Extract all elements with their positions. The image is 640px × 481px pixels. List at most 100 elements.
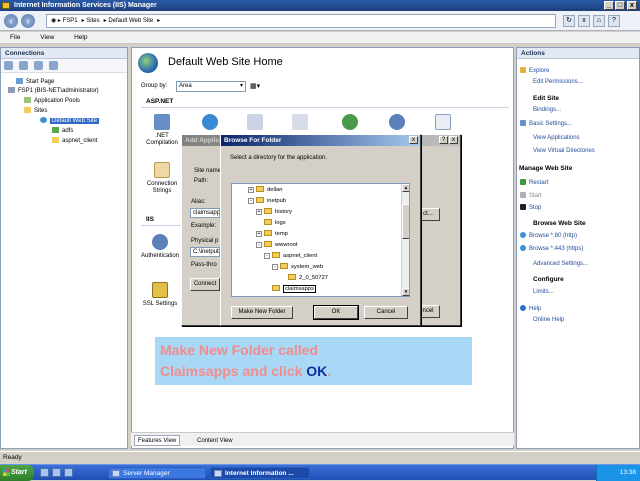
back-icon[interactable]: ‹ (4, 14, 18, 28)
collapse-icon[interactable]: - (264, 253, 270, 259)
alias-input[interactable]: claimsapp (190, 208, 220, 218)
document-icon (247, 114, 263, 130)
action-help[interactable]: Help (520, 305, 541, 312)
maximize-button[interactable]: □ (615, 1, 625, 10)
menu-help[interactable]: Help (74, 34, 87, 41)
iis-app-icon (2, 2, 10, 9)
tab-features-view[interactable]: Features View (134, 435, 181, 446)
breadcrumb[interactable]: ◉ ▸ FSP1 ▸ Sites ▸ Default Web Site ▸ (46, 14, 556, 28)
view-toggle-icon[interactable]: ▦▾ (250, 82, 260, 90)
folder-version[interactable]: 2_0_50727 (288, 274, 328, 282)
add-app-help-button[interactable]: ? (439, 136, 448, 144)
scroll-down-icon[interactable]: ▾ (402, 288, 409, 296)
connect-icon[interactable] (4, 61, 13, 70)
task-iis-manager[interactable]: Internet Information ... (210, 467, 310, 479)
folder-system-web[interactable]: - system_web (272, 263, 323, 271)
menu-view[interactable]: View (40, 34, 54, 41)
add-app-close-button[interactable]: x (449, 136, 458, 144)
website-globe-icon (40, 117, 47, 123)
tree-app-pools[interactable]: Application Pools (24, 97, 80, 107)
start-button[interactable]: Start (0, 465, 34, 481)
save-icon[interactable] (18, 61, 28, 70)
tree-sites[interactable]: Sites (24, 107, 47, 117)
connect-as-button[interactable]: Connect (190, 278, 220, 291)
expand-icon[interactable]: + (256, 209, 262, 215)
folder-wwwroot[interactable]: - wwwroot (256, 241, 298, 249)
folder-tree[interactable]: + dellan - inetpub + history logs + temp - ww… (231, 183, 410, 297)
folder-history[interactable]: + history (256, 208, 292, 216)
folder-aspnet-client[interactable]: - aspnet_client (264, 252, 317, 260)
collapse-icon[interactable]: - (248, 198, 254, 204)
browse-ok-button[interactable]: OK (313, 305, 359, 320)
browse-close-button[interactable]: x (409, 136, 418, 144)
tree-server[interactable]: FSP1 (BIS-NET\administrator) (8, 87, 99, 97)
feature-hidden-2[interactable] (235, 114, 275, 133)
settings-icon (520, 120, 526, 126)
home-icon[interactable]: ⌂ (593, 15, 605, 27)
action-stop[interactable]: Stop (520, 204, 541, 211)
action-restart[interactable]: Restart (520, 179, 548, 186)
breadcrumb-site[interactable]: Default Web Site (108, 18, 153, 24)
action-view-applications[interactable]: View Applications (533, 135, 580, 141)
physical-path-input[interactable]: C:\inetpub (190, 247, 220, 257)
up-icon[interactable] (33, 61, 43, 70)
folder-temp[interactable]: + temp (256, 230, 288, 238)
disconnect-icon[interactable] (48, 61, 58, 70)
collapse-icon[interactable]: - (272, 264, 278, 270)
folder-dellan[interactable]: + dellan (248, 186, 282, 194)
new-folder-name-input[interactable]: claimsapps (283, 285, 316, 293)
action-explore[interactable]: Explore (520, 67, 549, 74)
help-icon[interactable]: ? (608, 15, 620, 27)
collapse-icon[interactable]: - (256, 242, 262, 248)
make-new-folder-button[interactable]: Make New Folder (231, 306, 293, 319)
feature-hidden-5[interactable] (377, 114, 417, 133)
action-limits[interactable]: Limits... (533, 289, 554, 295)
breadcrumb-sites[interactable]: Sites (86, 18, 99, 24)
group-by-select[interactable]: Area ▾ (176, 81, 246, 92)
explorer-quick-icon[interactable] (64, 468, 73, 477)
action-basic-settings[interactable]: Basic Settings... (520, 120, 572, 127)
feature-hidden-3[interactable] (280, 114, 320, 133)
minimize-button[interactable]: _ (604, 1, 614, 10)
folder-logs[interactable]: logs (264, 219, 286, 227)
tree-adfs[interactable]: adfs (52, 127, 73, 137)
feature-ssl-settings[interactable]: SSL Settings (140, 282, 180, 308)
feature-net-compilation[interactable]: .NET Compilation (142, 114, 182, 147)
action-browse-80[interactable]: Browse *:80 (http) (520, 232, 577, 239)
task-server-manager[interactable]: Server Manager (108, 467, 206, 479)
feature-connection-strings[interactable]: Connection Strings (142, 162, 182, 195)
menu-file[interactable]: File (10, 34, 20, 41)
powershell-quick-icon[interactable] (52, 468, 61, 477)
action-edit-permissions[interactable]: Edit Permissions... (533, 79, 583, 85)
folder-scrollbar[interactable]: ▴ ▾ (401, 184, 409, 296)
feature-hidden-6[interactable] (423, 114, 463, 133)
forward-icon[interactable]: › (21, 14, 35, 28)
connections-toolbar (1, 59, 127, 73)
action-bindings[interactable]: Bindings... (533, 107, 561, 113)
breadcrumb-server[interactable]: FSP1 (63, 18, 78, 24)
expand-icon[interactable]: + (256, 231, 262, 237)
tab-content-view[interactable]: Content View (193, 435, 237, 446)
scroll-thumb[interactable] (402, 204, 409, 239)
scroll-up-icon[interactable]: ▴ (402, 184, 409, 192)
action-online-help[interactable]: Online Help (533, 317, 564, 323)
tree-aspnet-client[interactable]: aspnet_client (52, 137, 97, 147)
close-button[interactable]: x (627, 1, 637, 10)
server-manager-quick-icon[interactable] (40, 468, 49, 477)
browse-cancel-button[interactable]: Cancel (364, 306, 408, 319)
action-advanced-settings[interactable]: Advanced Settings... (533, 261, 588, 267)
folder-inetpub[interactable]: - inetpub (248, 197, 286, 205)
refresh-icon[interactable]: ↻ (563, 15, 575, 27)
expand-icon[interactable]: + (248, 187, 254, 193)
stop-icon[interactable]: x (578, 15, 590, 27)
action-start[interactable]: Start (520, 192, 542, 199)
feature-hidden-4[interactable] (330, 114, 370, 133)
action-view-virtual-directories[interactable]: View Virtual Directories (533, 148, 595, 154)
action-browse-443[interactable]: Browse *:443 (https) (520, 245, 583, 252)
clock[interactable]: 13:38 (620, 469, 636, 476)
new-folder-item[interactable]: claimsapps (272, 285, 316, 293)
feature-hidden-1[interactable] (190, 114, 230, 133)
tree-default-site[interactable]: Default Web Site (40, 117, 99, 127)
feature-authentication[interactable]: Authentication (140, 234, 180, 260)
menu-bar: File View Help (0, 32, 640, 44)
